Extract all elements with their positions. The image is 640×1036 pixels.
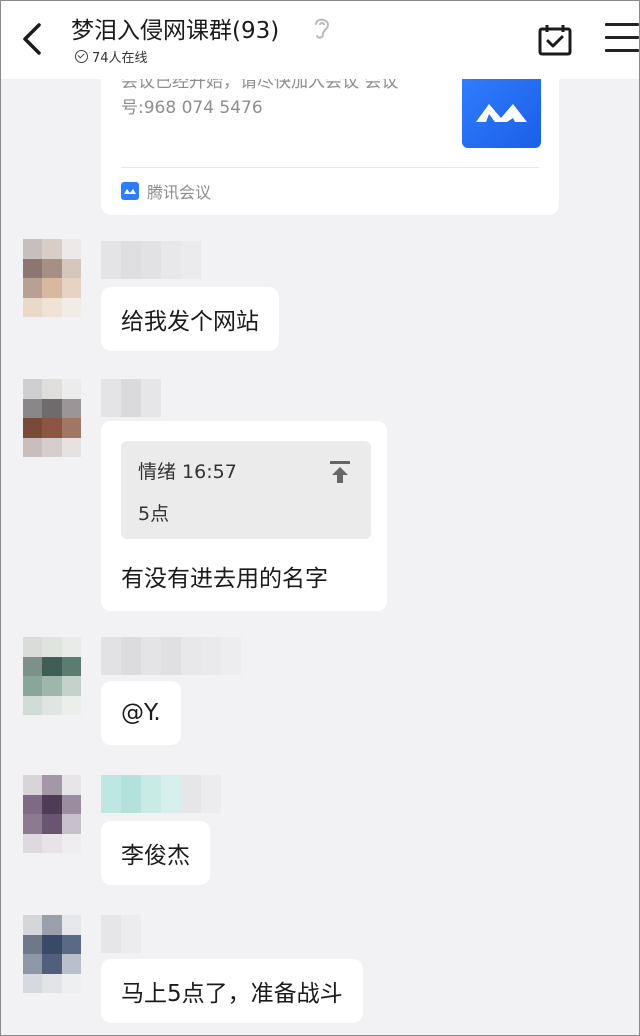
message-bubble[interactable]: 马上5点了，准备战斗 [101,959,363,1023]
quote-content: 5点 [138,503,170,525]
avatar[interactable] [23,637,81,715]
quote-author-time: 情绪 16:57 [138,461,237,483]
avatar[interactable] [23,239,81,317]
avatar[interactable] [23,379,81,457]
meeting-source-label: 腾讯会议 [147,183,212,202]
message-bubble[interactable]: 李俊杰 [101,821,210,885]
message-text: @Y. [121,700,161,726]
message-text: 马上5点了，准备战斗 [121,981,343,1007]
chat-screen: { "header": { "title": "梦泪入侵网课群(93)", "o… [0,0,640,1036]
group-title[interactable]: 梦泪入侵网课群(93) [71,11,279,45]
online-count: 74人在线 [75,47,148,66]
online-check-icon [75,50,88,63]
message-text: 有没有进去用的名字 [121,566,328,592]
tencent-meeting-logo [462,74,541,148]
quoted-message[interactable]: 情绪 16:57 5点 [121,441,371,539]
sender-name-blurred [101,241,201,279]
sender-name-blurred [101,775,221,813]
sender-name-blurred [101,379,161,417]
online-count-text: 74人在线 [92,51,148,66]
sender-name-blurred [101,637,241,675]
back-icon[interactable] [15,19,51,59]
meeting-source: 腾讯会议 [121,179,211,203]
chat-header: 梦泪入侵网课群(93) 74人在线 [1,1,639,79]
sender-name-blurred [101,915,141,953]
menu-icon[interactable] [605,23,639,55]
message-text: 李俊杰 [121,843,190,869]
tencent-meeting-icon [121,182,139,200]
message-bubble[interactable]: @Y. [101,681,181,745]
card-divider [121,167,539,168]
message-bubble[interactable]: 情绪 16:57 5点 有没有进去用的名字 [101,421,387,611]
jump-to-top-icon[interactable] [329,459,351,485]
ear-icon [311,15,333,41]
calendar-check-icon[interactable] [537,23,573,57]
avatar[interactable] [23,915,81,993]
message-bubble[interactable]: 给我发个网站 [101,287,279,351]
message-text: 给我发个网站 [121,309,259,335]
avatar[interactable] [23,775,81,853]
